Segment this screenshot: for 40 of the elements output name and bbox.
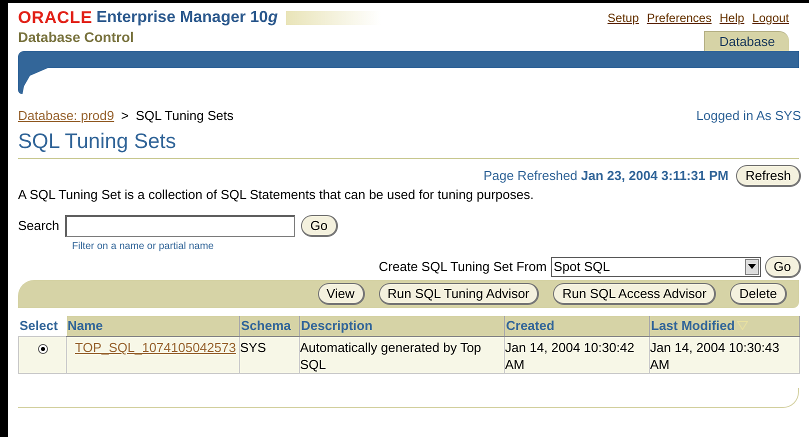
name-link[interactable]: TOP_SQL_1074105042573 xyxy=(75,340,236,355)
table-cell: SYS xyxy=(240,336,300,374)
column-header[interactable]: Select xyxy=(18,316,66,336)
product-subtitle: Database Control xyxy=(18,28,135,47)
search-field[interactable] xyxy=(65,214,296,236)
page-refreshed-label: Page Refreshed Jan 23, 2004 3:11:31 PM xyxy=(483,166,728,185)
breadcrumb-current: SQL Tuning Sets xyxy=(136,107,234,125)
action-button[interactable]: Run SQL Tuning Advisor xyxy=(378,282,540,304)
refresh-button[interactable]: Refresh xyxy=(736,164,801,186)
database-tab[interactable]: Database xyxy=(704,31,789,51)
create-label: Create SQL Tuning Set From xyxy=(378,258,547,276)
dropdown-arrow-icon xyxy=(748,264,756,269)
breadcrumb-link[interactable]: Database: prod9 xyxy=(18,106,114,126)
column-header[interactable]: Name xyxy=(66,316,240,336)
column-header[interactable]: Created xyxy=(504,316,650,336)
source-dropdown[interactable]: Spot SQL xyxy=(550,256,761,276)
action-button[interactable]: Run SQL Access Advisor xyxy=(553,282,716,304)
action-button[interactable]: Delete xyxy=(730,282,787,304)
page-title: SQL Tuning Sets xyxy=(18,128,177,154)
search-hint: Filter on a name or partial name xyxy=(71,240,215,254)
create-go-button[interactable]: Go xyxy=(764,256,801,278)
column-header[interactable]: Last Modified xyxy=(650,316,800,336)
global-link[interactable]: Help xyxy=(720,9,744,27)
action-button[interactable]: View xyxy=(318,282,364,304)
oracle-logo: ORACLE xyxy=(18,9,92,26)
global-link[interactable]: Setup xyxy=(608,9,639,27)
page-description: A SQL Tuning Set is a collection of SQL Statements that can be used for tuning purposes. xyxy=(17,186,535,202)
product-name: Enterprise Manager 10g xyxy=(96,10,278,26)
breadcrumb-separator: > xyxy=(121,107,129,125)
search-label: Search xyxy=(18,216,60,235)
column-header[interactable]: Description xyxy=(300,316,504,336)
table-cell: Jan 14, 2004 10:30:42 AM xyxy=(504,336,650,374)
table-cell: Automatically generated by Top SQL xyxy=(300,336,504,374)
table-cell: Jan 14, 2004 10:30:43 AM xyxy=(650,336,800,374)
row-radio[interactable] xyxy=(38,344,48,354)
global-link[interactable]: Preferences xyxy=(646,9,712,27)
column-header[interactable]: Schema xyxy=(240,316,300,336)
global-link[interactable]: Logout xyxy=(752,9,789,27)
search-go-button[interactable]: Go xyxy=(301,214,338,236)
login-status: Logged in As SYS xyxy=(696,107,801,125)
